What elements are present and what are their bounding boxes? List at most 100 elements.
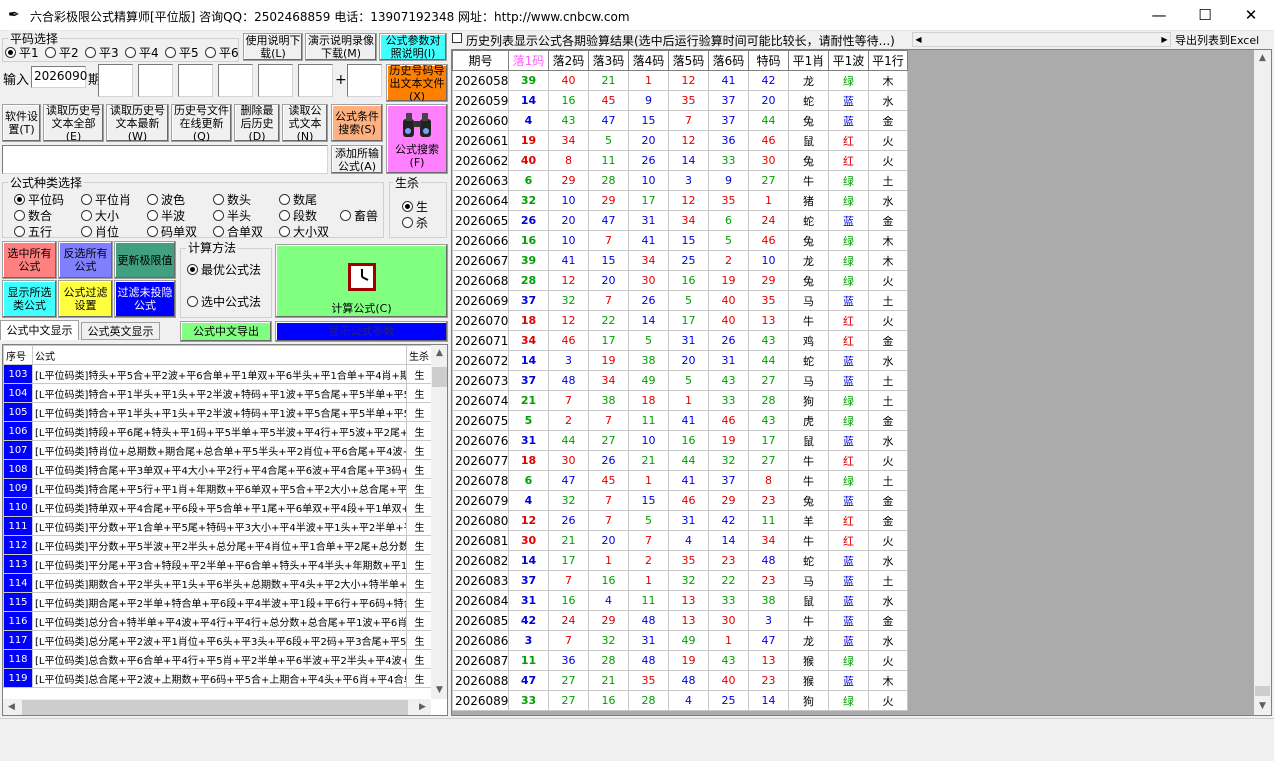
history-row[interactable]: 2026076 31 44 27 10 16 19 17 鼠蓝水 [452,430,908,451]
hist-col-10[interactable]: 平1行 [868,50,908,71]
params-help-button[interactable]: 公式参数对照说明(I) [379,33,447,61]
usage-download-button[interactable]: 使用说明下载(L) [243,33,303,61]
history-row[interactable]: 2026058 39 40 21 1 12 41 42 龙绿木 [452,70,908,91]
scroll-down-icon[interactable]: ▼ [431,682,447,699]
formula-row[interactable]: 110 [L平位码类]特单双+平4合尾+平6段+平5合单+平1尾+平6单双+平4段… [3,497,433,517]
type-radio-2-2[interactable]: 码单双 [147,223,197,240]
history-row[interactable]: 2026089 33 27 16 28 4 25 14 狗绿火 [452,690,908,711]
formula-row[interactable]: 116 [L平位码类]总分合+特半单+平4波+平4行+平4行+总分数+总合尾+平1… [3,611,433,631]
hist-col-1[interactable]: 落1码 [508,50,549,71]
formula-row[interactable]: 117 [L平位码类]总分尾+平2波+平1肖位+平6头+平3头+平6段+平2码+平… [3,630,433,650]
online-update-button[interactable]: 历史号文件在线更新(Q) [171,104,232,142]
update-limit-button[interactable]: 更新极限值 [114,241,176,279]
history-row[interactable]: 2026072 14 3 19 38 20 31 44 蛇蓝水 [452,350,908,371]
scroll-thumb[interactable] [432,367,447,387]
invert-select-button[interactable]: 反选所有公式 [58,241,113,279]
history-row[interactable]: 2026066 16 10 7 41 15 5 46 兔绿木 [452,230,908,251]
number-input-5[interactable] [258,64,293,97]
hist-col-0[interactable]: 期号 [452,50,509,71]
type-radio-0-3[interactable]: 数头 [213,191,251,208]
condition-search-button[interactable]: 公式条件搜索(S) [331,104,383,142]
formula-vscrollbar[interactable]: ▲ ▼ [431,345,447,699]
formula-row[interactable]: 104 [L平位码类]特合+平1半头+平1头+平2半波+特码+平1波+平5合尾+平… [3,383,433,403]
history-row[interactable]: 2026061 19 34 5 20 12 36 46 鼠红火 [452,130,908,151]
hist-col-5[interactable]: 落5码 [668,50,709,71]
formula-list[interactable]: 序号 公式 生杀 103 [L平位码类]特头+平5合+平2波+平6合单+平1单双+… [2,344,448,716]
scroll-up-icon[interactable]: ▲ [431,345,447,362]
sha-radio[interactable]: 杀 [402,214,428,231]
history-row[interactable]: 2026087 11 36 28 48 19 43 13 猴绿火 [452,650,908,671]
read-all-history-button[interactable]: 读取历史号文本全部(E) [43,104,104,142]
history-row[interactable]: 2026082 14 17 1 2 35 23 48 蛇蓝水 [452,550,908,571]
hist-scroll-down-icon[interactable]: ▼ [1254,698,1271,715]
selected-method-radio[interactable]: 选中公式法 [187,293,261,310]
calc-formula-button[interactable]: 计算公式(C) [275,244,448,318]
type-radio-1-5[interactable]: 畜兽 [340,207,378,224]
type-radio-1-4[interactable]: 段数 [279,207,317,224]
history-list[interactable]: 期号 落1码 落2码 落3码 落4码 落5码 落6码 特码 平1肖 平1波 平1行 2026058 3… [451,49,1272,716]
formula-row[interactable]: 103 [L平位码类]特头+平5合+平2波+平6合单+平1单双+平6半头+平1合单… [3,364,433,384]
number-input-4[interactable] [218,64,253,97]
read-formula-text-button[interactable]: 读取公式文本(N) [282,104,328,142]
hscroll-right-icon[interactable]: ▶ [1159,33,1170,46]
read-latest-history-button[interactable]: 读取历史号文本最新(W) [106,104,169,142]
show-params-button[interactable]: 显示公式参数 [275,321,448,342]
export-history-button[interactable]: 历史号码导出文本文件(X) [386,64,448,102]
col-shengsha[interactable]: 生杀 [406,345,433,365]
minimize-icon[interactable]: — [1136,0,1182,31]
history-row[interactable]: 2026071 34 46 17 5 31 26 43 鸡红金 [452,330,908,351]
settings-button[interactable]: 软件设置(T) [2,104,41,142]
hist-col-4[interactable]: 落4码 [628,50,669,71]
type-radio-2-4[interactable]: 大小双 [279,223,329,240]
type-radio-2-1[interactable]: 肖位 [81,223,119,240]
number-input-2[interactable] [138,64,173,97]
history-row[interactable]: 2026077 18 30 26 21 44 32 27 牛红火 [452,450,908,471]
formula-row[interactable]: 115 [L平位码类]期合尾+平2半单+特合单+平6段+平4半波+平1段+平6行+… [3,592,433,612]
col-formula[interactable]: 公式 [32,345,407,365]
formula-row[interactable]: 107 [L平位码类]特肖位+总期数+期合尾+总合单+平5半头+平2肖位+平6合尾… [3,440,433,460]
hscroll-left-icon[interactable]: ◀ [913,33,924,46]
hist-col-8[interactable]: 平1肖 [788,50,829,71]
formula-row[interactable]: 105 [L平位码类]特合+平1半头+平1头+平2半波+特码+平1波+平5合尾+平… [3,402,433,422]
export-chinese-button[interactable]: 公式中文导出 [180,321,272,342]
type-radio-1-3[interactable]: 半头 [213,207,251,224]
history-row[interactable]: 2026062 40 8 11 26 14 33 30 兔红火 [452,150,908,171]
delete-last-history-button[interactable]: 删除最后历史(D) [234,104,280,142]
verify-checkbox[interactable] [452,33,462,43]
type-radio-2-0[interactable]: 五行 [14,223,52,240]
type-radio-0-0[interactable]: 平位码 [14,191,64,208]
hist-col-3[interactable]: 落3码 [588,50,629,71]
demo-download-button[interactable]: 演示说明录像下载(M) [305,33,377,61]
type-radio-0-1[interactable]: 平位肖 [81,191,131,208]
history-vscrollbar[interactable]: ▲ ▼ [1254,50,1271,715]
close-icon[interactable]: ✕ [1228,0,1274,31]
type-radio-2-3[interactable]: 合单双 [213,223,263,240]
formula-row[interactable]: 108 [L平位码类]特合尾+平3单双+平4大小+平2行+平4合尾+平6波+平4合… [3,459,433,479]
type-radio-1-0[interactable]: 数合 [14,207,52,224]
history-row[interactable]: 2026075 5 2 7 11 41 46 43 虎绿金 [452,410,908,431]
tab-chinese-display[interactable]: 公式中文显示 [0,320,79,340]
hist-col-9[interactable]: 平1波 [828,50,869,71]
filter-settings-button[interactable]: 公式过滤设置 [58,280,113,318]
col-index[interactable]: 序号 [3,345,33,365]
history-row[interactable]: 2026084 31 16 4 11 13 33 38 鼠蓝水 [452,590,908,611]
history-row[interactable]: 2026059 14 16 45 9 35 37 20 蛇蓝水 [452,90,908,111]
number-input-6[interactable] [298,64,333,97]
history-row[interactable]: 2026079 4 32 7 15 46 29 23 兔蓝金 [452,490,908,511]
formula-row[interactable]: 113 [L平位码类]平分尾+平3合+特段+平2半单+平6合单+特头+平4半头+年… [3,554,433,574]
history-row[interactable]: 2026083 37 7 16 1 32 22 23 马蓝土 [452,570,908,591]
type-radio-0-4[interactable]: 数尾 [279,191,317,208]
history-row[interactable]: 2026067 39 41 15 34 25 2 10 龙绿木 [452,250,908,271]
history-row[interactable]: 2026068 28 12 20 30 16 19 29 兔绿火 [452,270,908,291]
pingma-radio-1[interactable]: 平1 [5,44,39,61]
pingma-radio-5[interactable]: 平5 [165,44,199,61]
optimal-method-radio[interactable]: 最优公式法 [187,261,261,278]
scroll-right-icon[interactable]: ▶ [414,699,431,715]
pingma-radio-6[interactable]: 平6 [205,44,239,61]
special-number-input[interactable] [347,64,382,97]
history-row[interactable]: 2026080 12 26 7 5 31 42 11 羊红金 [452,510,908,531]
formula-row[interactable]: 106 [L平位码类]特段+平6尾+特头+平1码+平5半单+平5半波+平4行+平5… [3,421,433,441]
formula-row[interactable]: 114 [L平位码类]期数合+平2半头+平1头+平6半头+总期数+平4头+平2大小… [3,573,433,593]
hist-col-7[interactable]: 特码 [748,50,789,71]
type-radio-1-1[interactable]: 大小 [81,207,119,224]
